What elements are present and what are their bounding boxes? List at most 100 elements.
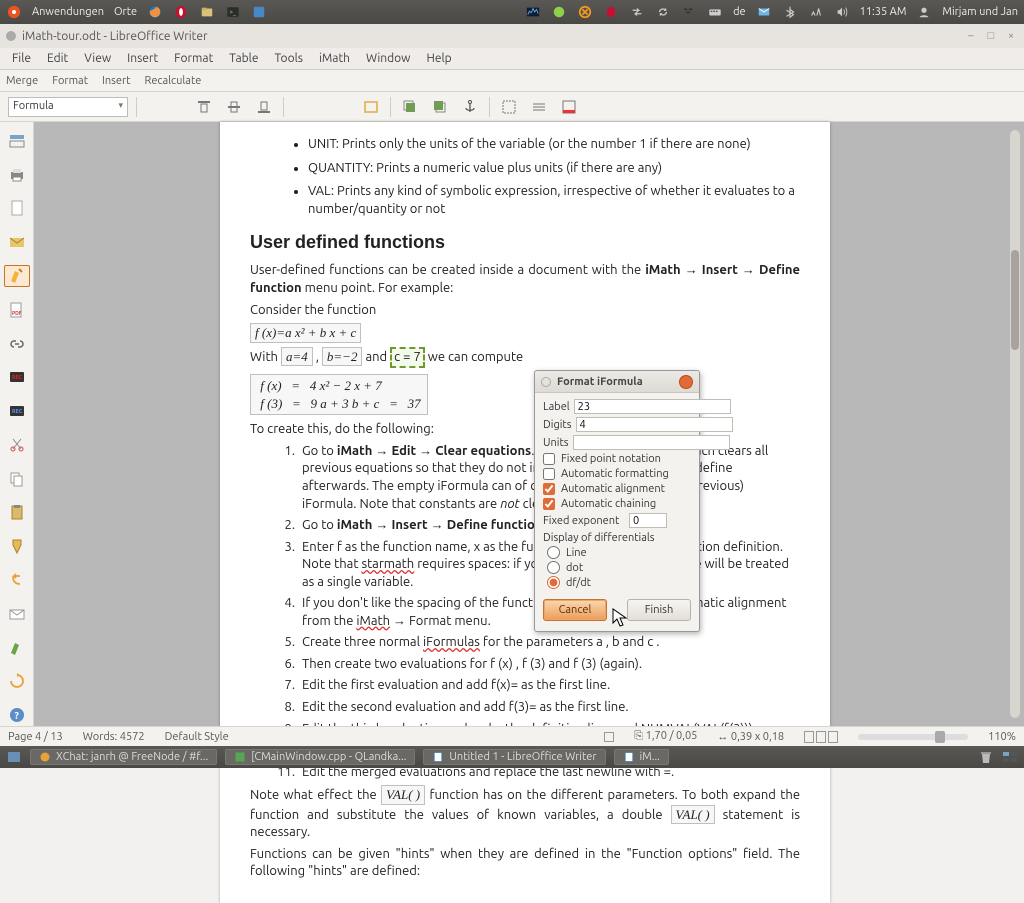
- terminal-icon[interactable]: >_: [225, 4, 241, 20]
- menu-view[interactable]: View: [76, 49, 119, 68]
- status-words[interactable]: Words: 4572: [83, 731, 145, 743]
- menu-window[interactable]: Window: [358, 49, 418, 68]
- user-name[interactable]: Mirjam und Jan: [942, 6, 1018, 18]
- files-icon[interactable]: [199, 4, 215, 20]
- undo-icon[interactable]: [4, 569, 30, 591]
- imath-recalculate[interactable]: Recalculate: [144, 75, 201, 87]
- envelope-icon[interactable]: [4, 603, 30, 625]
- equation-block[interactable]: f (x) = 4 x² − 2 x + 7 f (3) = 9 a + 3 b…: [250, 374, 428, 415]
- status-style[interactable]: Default Style: [165, 731, 229, 743]
- task-xchat[interactable]: XChat: janrh @ FreeNode / #f...: [30, 749, 217, 765]
- auto-format-checkbox[interactable]: [543, 468, 555, 480]
- diff-line-radio[interactable]: [547, 546, 560, 559]
- vertical-scrollbar[interactable]: [1010, 130, 1020, 718]
- anchor-icon[interactable]: [459, 96, 481, 118]
- formula-box-c-selected[interactable]: c = 7: [390, 347, 425, 369]
- task-writer-untitled[interactable]: Untitled 1 - LibreOffice Writer: [423, 749, 605, 765]
- formula-box-b[interactable]: b=−2: [322, 347, 363, 367]
- clock[interactable]: 11:35 AM: [860, 6, 907, 18]
- paragraph-style-combo[interactable]: Formula: [8, 97, 128, 117]
- imath-merge[interactable]: Merge: [6, 75, 38, 87]
- diff-dot-radio[interactable]: [547, 561, 560, 574]
- ubuntu-logo-icon[interactable]: [6, 4, 22, 20]
- send-back-icon[interactable]: [429, 96, 451, 118]
- trash-icon[interactable]: [978, 749, 994, 765]
- menu-applications[interactable]: Anwendungen: [32, 6, 104, 18]
- finish-button[interactable]: Finish: [627, 599, 691, 621]
- auto-align-checkbox[interactable]: [543, 483, 555, 495]
- menu-places[interactable]: Orte: [114, 6, 137, 18]
- menu-format[interactable]: Format: [166, 49, 221, 68]
- window-maximize-button[interactable]: □: [984, 29, 998, 43]
- mail-panel-icon[interactable]: [4, 231, 30, 253]
- opera-tray-icon[interactable]: [603, 4, 619, 20]
- fixed-exponent-input[interactable]: [629, 513, 667, 528]
- window-minimize-button[interactable]: –: [964, 29, 978, 43]
- cut-icon[interactable]: [4, 434, 30, 456]
- workspace-switcher-icon[interactable]: [1002, 749, 1018, 765]
- rotate-icon[interactable]: [4, 671, 30, 693]
- link-icon[interactable]: [4, 333, 30, 355]
- menu-help[interactable]: Help: [419, 49, 460, 68]
- imath-insert[interactable]: Insert: [102, 75, 130, 87]
- menu-table[interactable]: Table: [221, 49, 266, 68]
- align-middle-icon[interactable]: [223, 96, 245, 118]
- imath-format[interactable]: Format: [52, 75, 88, 87]
- zoom-slider[interactable]: [858, 734, 968, 740]
- status-page[interactable]: Page 4 / 13: [8, 731, 63, 743]
- status-green-icon[interactable]: [551, 4, 567, 20]
- label-input[interactable]: [574, 399, 731, 414]
- diff-dfdt-radio[interactable]: [547, 576, 560, 589]
- frame-icon[interactable]: [360, 96, 382, 118]
- transfer-icon[interactable]: [629, 4, 645, 20]
- fixed-point-checkbox[interactable]: [543, 453, 555, 465]
- border-style-icon[interactable]: [528, 96, 550, 118]
- mail-icon[interactable]: [756, 4, 772, 20]
- show-desktop-icon[interactable]: [6, 749, 22, 765]
- keyboard-lang[interactable]: de: [733, 6, 746, 18]
- digits-input[interactable]: [576, 417, 733, 432]
- opera-icon[interactable]: [173, 4, 189, 20]
- firefox-icon[interactable]: [147, 4, 163, 20]
- document-canvas[interactable]: UNIT: Prints only the units of the varia…: [34, 122, 1024, 726]
- user-avatar-icon[interactable]: [916, 4, 932, 20]
- record-changes-icon[interactable]: REC: [4, 366, 30, 388]
- scrollbar-thumb[interactable]: [1011, 250, 1019, 350]
- formula-box-fx[interactable]: f (x)=a x² + b x + c: [250, 323, 361, 343]
- align-bottom-icon[interactable]: [253, 96, 275, 118]
- auto-chain-checkbox[interactable]: [543, 498, 555, 510]
- menu-imath[interactable]: iMath: [311, 49, 358, 68]
- volume-icon[interactable]: [834, 4, 850, 20]
- units-input[interactable]: [573, 435, 730, 450]
- formula-box-val1[interactable]: VAL( ): [381, 785, 425, 805]
- draw-functions-icon[interactable]: [4, 637, 30, 659]
- align-top-icon[interactable]: [193, 96, 215, 118]
- menu-file[interactable]: File: [4, 49, 39, 68]
- menu-edit[interactable]: Edit: [39, 49, 76, 68]
- window-close-button[interactable]: ×: [1004, 29, 1018, 43]
- dropbox-icon[interactable]: [681, 4, 697, 20]
- formula-box-val2[interactable]: VAL( ): [671, 805, 715, 825]
- bluetooth-icon[interactable]: [782, 4, 798, 20]
- network-icon[interactable]: [808, 4, 824, 20]
- styles-panel-icon[interactable]: [4, 130, 30, 152]
- keyboard-icon[interactable]: [707, 4, 723, 20]
- print-icon[interactable]: [4, 164, 30, 186]
- pdf-export-icon[interactable]: PDF: [4, 299, 30, 321]
- status-zoom[interactable]: 110%: [988, 731, 1016, 743]
- help-icon[interactable]: ?: [4, 704, 30, 726]
- task-qtcreator[interactable]: [CMainWindow.cpp - QLandka...: [225, 749, 415, 765]
- status-layout-icons[interactable]: [804, 731, 838, 743]
- paste-icon[interactable]: [4, 502, 30, 524]
- document-icon[interactable]: [4, 198, 30, 220]
- status-view-icon[interactable]: [604, 732, 614, 742]
- sync-icon[interactable]: [655, 4, 671, 20]
- highlight-icon[interactable]: [4, 265, 30, 287]
- status-orange-x-icon[interactable]: [577, 4, 593, 20]
- task-writer-imath[interactable]: iM...: [614, 749, 669, 765]
- border-color-icon[interactable]: [558, 96, 580, 118]
- dialog-close-button[interactable]: [679, 375, 693, 389]
- dialog-titlebar[interactable]: Format iFormula: [535, 371, 699, 393]
- bring-front-icon[interactable]: [399, 96, 421, 118]
- borders-icon[interactable]: [498, 96, 520, 118]
